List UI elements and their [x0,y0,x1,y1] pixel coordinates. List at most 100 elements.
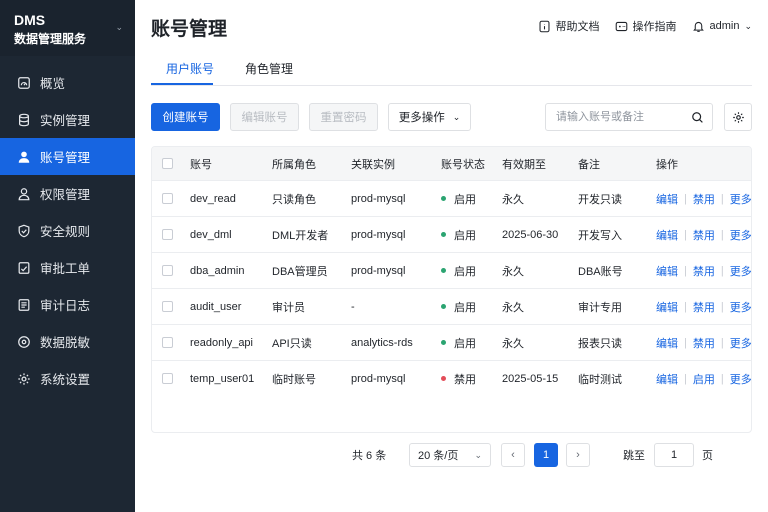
sidebar-item-audit-logs[interactable]: 审计日志 [0,286,135,323]
tab-user-accounts[interactable]: 用户账号 [166,60,214,77]
table-row[interactable]: dev_read 只读角色 prod-mysql 启用 永久 开发只读 编辑 | 禁用 | 更多 [152,180,751,216]
user-icon [18,151,30,163]
status-dot [441,232,446,237]
page-button-current[interactable]: 1 [534,443,558,467]
instance-cell: prod-mysql [351,372,406,385]
row-checkbox[interactable] [162,193,173,204]
row-select-cell [162,325,173,360]
tab-role-management[interactable]: 角色管理 [245,60,293,77]
edit-link[interactable]: 编辑 [656,227,678,243]
action-separator: | [684,372,687,385]
database-icon [19,113,29,126]
search-box [545,103,713,131]
row-checkbox[interactable] [162,265,173,276]
column-header: 账号状态 [441,158,485,171]
row-checkbox[interactable] [162,229,173,240]
toggle-status-link[interactable]: 禁用 [693,335,715,351]
toggle-status-link[interactable]: 禁用 [693,263,715,279]
status-text: 禁用 [454,373,476,386]
table-row[interactable]: dba_admin DBA管理员 prod-mysql 启用 永久 DBA账号 编辑 | 禁用 |… [152,252,751,288]
role-cell: DBA管理员 [272,265,328,278]
toggle-status-link[interactable]: 启用 [693,371,715,387]
chevron-left-icon: ‹ [511,449,515,461]
table-header: 账号 所属角色 关联实例 账号状态 有效期至 备注 操作 [152,147,751,180]
more-link[interactable]: 更多 [730,263,751,279]
page-size-select[interactable]: 20 条/页 ⌄ [409,443,491,467]
sidebar-item-accounts[interactable]: 账号管理 [0,138,135,175]
sidebar-item-settings[interactable]: 系统设置 [0,360,135,397]
instance-cell: analytics-rds [351,336,413,349]
sidebar-item-label: 实例管理 [40,114,91,128]
search-icon[interactable] [691,111,704,124]
note-cell: 开发写入 [578,229,622,242]
log-icon [18,298,30,311]
user-outline-icon [18,187,30,200]
bell-icon[interactable] [692,20,705,33]
edit-account-button[interactable]: 编辑账号 [230,103,299,131]
search-input[interactable] [546,104,681,130]
sidebar-item-security-rules[interactable]: 安全规则 [0,212,135,249]
table-row[interactable]: readonly_api API只读 analytics-rds 启用 永久 报表只读 编辑… [152,324,751,360]
table-row[interactable]: audit_user 审计员 - 启用 永久 审计专用 编辑 | 禁用 | 更多 [152,288,751,324]
table-row[interactable]: dev_dml DML开发者 prod-mysql 启用 2025-06-30 开发写入 编… [152,216,751,252]
column-header: 账号 [190,158,212,171]
table-row[interactable]: temp_user01 临时账号 prod-mysql 禁用 2025-05-15 临时测… [152,360,751,396]
more-link[interactable]: 更多 [730,299,751,315]
column-header: 关联实例 [351,158,395,171]
actions-cell: 编辑 | 禁用 | 更多 [656,325,751,360]
toggle-status-link[interactable]: 禁用 [693,227,715,243]
sidebar-item-label: 系统设置 [40,373,91,387]
status-text: 启用 [454,337,476,350]
more-actions-button[interactable]: 更多操作 ⌄ [388,103,471,131]
status-cell: 启用 [441,217,476,252]
brand-subtitle: 数据管理服务 [14,32,87,46]
help-docs-link[interactable]: 帮助文档 [538,18,599,34]
sidebar-item-overview[interactable]: 概览 [0,64,135,101]
more-link[interactable]: 更多 [730,227,751,243]
more-link[interactable]: 更多 [730,371,751,387]
more-link[interactable]: 更多 [730,191,751,207]
reset-password-button[interactable]: 重置密码 [309,103,378,131]
jump-page-input[interactable]: 1 [654,443,694,467]
note-cell: 临时测试 [578,373,622,386]
edit-link[interactable]: 编辑 [656,191,678,207]
jump-label: 跳至 [623,450,645,462]
table-settings-button[interactable] [724,103,752,131]
row-checkbox[interactable] [162,301,173,312]
instance-cell: prod-mysql [351,264,406,277]
chevron-down-icon[interactable]: ⌄ [115,22,123,33]
role-cell: 只读角色 [272,193,316,206]
toggle-status-link[interactable]: 禁用 [693,299,715,315]
row-checkbox[interactable] [162,337,173,348]
edit-link[interactable]: 编辑 [656,263,678,279]
status-dot [441,268,446,273]
status-dot [441,196,446,201]
guide-link[interactable]: 操作指南 [615,18,676,34]
next-page-button[interactable]: › [566,443,590,467]
sidebar-item-instances[interactable]: 实例管理 [0,101,135,138]
toggle-status-link[interactable]: 禁用 [693,191,715,207]
column-header: 备注 [578,158,600,171]
user-menu[interactable]: admin ⌄ [709,20,752,32]
sidebar-item-data-masking[interactable]: 数据脱敏 [0,323,135,360]
more-link[interactable]: 更多 [730,335,751,351]
edit-link[interactable]: 编辑 [656,371,678,387]
edit-link[interactable]: 编辑 [656,299,678,315]
status-text: 启用 [454,193,476,206]
actions-cell: 编辑 | 禁用 | 更多 [656,181,751,216]
row-select-cell [162,253,173,288]
prev-page-button[interactable]: ‹ [501,443,525,467]
account-cell: dba_admin [190,264,245,277]
guide-icon [616,21,628,31]
create-account-button[interactable]: 创建账号 [151,103,220,131]
sidebar-item-permissions[interactable]: 权限管理 [0,175,135,212]
row-checkbox[interactable] [162,373,173,384]
sidebar-item-approvals[interactable]: 审批工单 [0,249,135,286]
row-select-cell [162,217,173,252]
chevron-down-icon: ⌄ [452,111,461,122]
row-select-cell [162,289,173,324]
edit-link[interactable]: 编辑 [656,335,678,351]
instance-cell: prod-mysql [351,192,406,205]
select-all-checkbox[interactable] [162,158,173,169]
note-cell: DBA账号 [578,265,623,278]
